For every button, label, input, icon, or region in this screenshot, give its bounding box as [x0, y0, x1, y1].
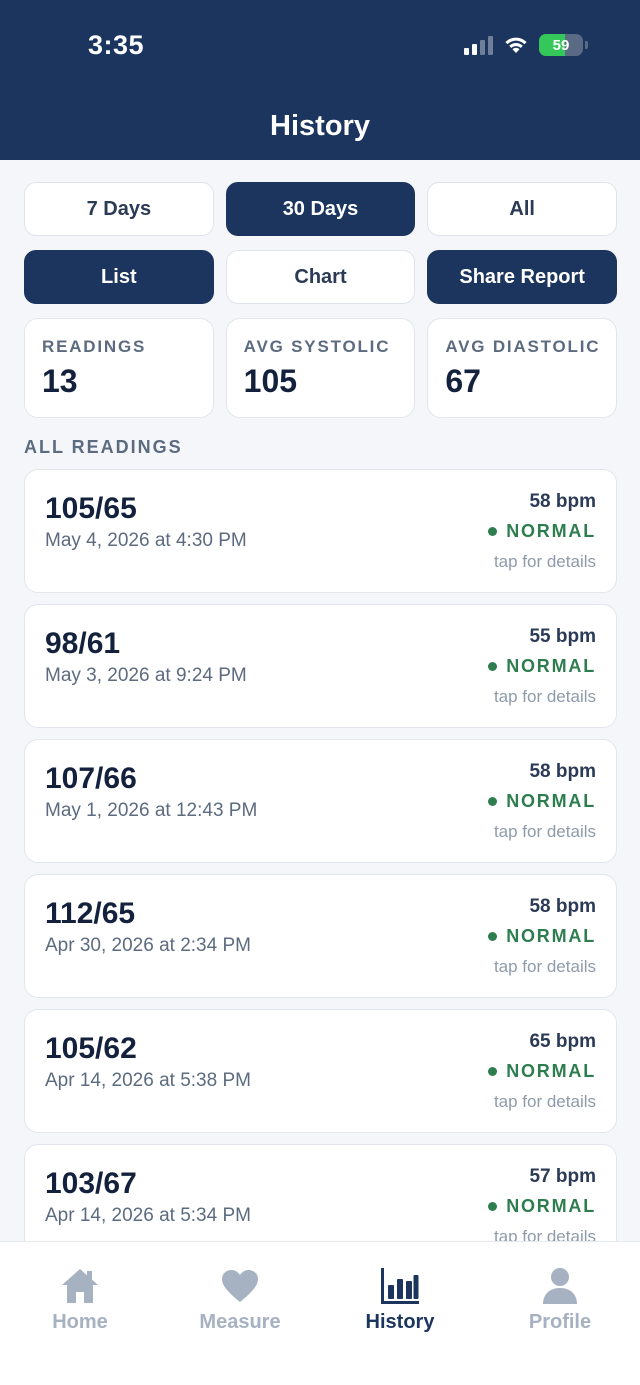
pulse-value: 55 bpm — [529, 626, 596, 647]
tab-bar: Home Measure History Profile — [0, 1241, 640, 1385]
battery-icon: 59 — [539, 34, 583, 56]
readings-count-card: READINGS 13 — [24, 318, 214, 418]
wifi-icon — [505, 37, 527, 53]
reading-card[interactable]: 105/65 May 4, 2026 at 4:30 PM 58 bpm NOR… — [24, 469, 617, 593]
tab-label: Home — [52, 1311, 108, 1333]
status-badge: NORMAL — [488, 1061, 596, 1082]
details-hint: tap for details — [493, 552, 596, 571]
stat-value: 13 — [42, 363, 78, 399]
reading-timestamp: Apr 14, 2026 at 5:38 PM — [45, 1070, 251, 1091]
blood-pressure-value: 107/66 — [45, 762, 137, 795]
reading-card[interactable]: 103/67 Apr 14, 2026 at 5:34 PM 57 bpm NO… — [24, 1144, 617, 1241]
tab-measure[interactable]: Measure — [160, 1266, 320, 1334]
reading-timestamp: Apr 30, 2026 at 2:34 PM — [45, 935, 251, 956]
reading-timestamp: May 4, 2026 at 4:30 PM — [45, 530, 247, 551]
details-hint: tap for details — [493, 1227, 596, 1241]
pulse-value: 58 bpm — [529, 491, 596, 512]
status-badge: NORMAL — [488, 521, 596, 542]
status-text: NORMAL — [506, 656, 596, 676]
blood-pressure-value: 103/67 — [45, 1167, 137, 1200]
stat-label: AVG DIASTOLIC — [445, 337, 601, 356]
status-text: NORMAL — [506, 926, 596, 946]
status-dot-icon — [488, 1202, 498, 1211]
details-hint: tap for details — [493, 822, 596, 841]
status-text: NORMAL — [506, 1061, 596, 1081]
page-title: History — [270, 110, 370, 142]
home-icon — [62, 1269, 98, 1303]
status-badge: NORMAL — [488, 1196, 596, 1217]
person-icon — [543, 1268, 577, 1304]
tab-label: Profile — [528, 1311, 592, 1333]
status-dot-icon — [488, 932, 498, 941]
avg-diastolic-card: AVG DIASTOLIC 67 — [427, 318, 618, 418]
details-hint: tap for details — [493, 1092, 596, 1111]
list-view-button[interactable]: List — [24, 250, 214, 304]
reading-card[interactable]: 112/65 Apr 30, 2026 at 2:34 PM 58 bpm NO… — [24, 874, 617, 998]
reading-card[interactable]: 107/66 May 1, 2026 at 12:43 PM 58 bpm NO… — [24, 739, 617, 863]
date-range-selector: 7 Days 30 Days All — [24, 182, 618, 236]
avg-systolic-card: AVG SYSTOLIC 105 — [225, 318, 416, 418]
battery-level: 59 — [552, 36, 570, 54]
status-badge: NORMAL — [488, 791, 596, 812]
blood-pressure-value: 112/65 — [45, 897, 136, 930]
stat-label: READINGS — [42, 337, 147, 356]
tab-profile[interactable]: Profile — [480, 1266, 640, 1334]
stat-label: AVG SYSTOLIC — [243, 337, 391, 356]
view-selector: List Chart Share Report — [24, 250, 618, 304]
pulse-value: 58 bpm — [529, 761, 596, 782]
status-dot-icon — [488, 797, 498, 806]
status-badge: NORMAL — [488, 656, 596, 677]
reading-card[interactable]: 105/62 Apr 14, 2026 at 5:38 PM 65 bpm NO… — [24, 1009, 617, 1133]
summary-stats: READINGS 13 AVG SYSTOLIC 105 AVG DIASTOL… — [24, 318, 618, 418]
range-all-button[interactable]: All — [427, 182, 618, 236]
status-icons: 59 — [464, 34, 588, 56]
status-text: NORMAL — [506, 791, 596, 811]
blood-pressure-value: 105/65 — [45, 492, 137, 525]
section-heading: ALL READINGS — [24, 437, 183, 457]
status-dot-icon — [488, 662, 498, 671]
details-hint: tap for details — [493, 957, 596, 976]
reading-card[interactable]: 98/61 May 3, 2026 at 9:24 PM 55 bpm NORM… — [24, 604, 617, 728]
details-hint: tap for details — [493, 687, 596, 706]
blood-pressure-value: 98/61 — [45, 627, 121, 660]
tab-home[interactable]: Home — [0, 1266, 160, 1334]
tab-label: Measure — [199, 1311, 281, 1333]
tab-history[interactable]: History — [320, 1266, 480, 1334]
share-report-button[interactable]: Share Report — [427, 250, 618, 304]
tab-label: History — [365, 1311, 435, 1333]
pulse-value: 65 bpm — [529, 1031, 596, 1052]
status-text: NORMAL — [506, 1196, 596, 1216]
bar-chart-icon — [381, 1268, 419, 1304]
status-text: NORMAL — [506, 521, 596, 541]
reading-timestamp: May 3, 2026 at 9:24 PM — [45, 665, 247, 686]
range-7-days-button[interactable]: 7 Days — [24, 182, 214, 236]
blood-pressure-value: 105/62 — [45, 1032, 137, 1065]
readings-list[interactable]: 105/65 May 4, 2026 at 4:30 PM 58 bpm NOR… — [24, 469, 617, 1241]
pulse-value: 57 bpm — [529, 1166, 596, 1187]
status-dot-icon — [488, 527, 498, 536]
header: 3:35 59 History — [0, 0, 640, 160]
reading-timestamp: Apr 14, 2026 at 5:34 PM — [45, 1205, 251, 1226]
status-time: 3:35 — [88, 30, 145, 60]
stat-value: 105 — [243, 363, 298, 399]
status-badge: NORMAL — [488, 926, 596, 947]
status-dot-icon — [488, 1067, 498, 1076]
cellular-signal-icon — [464, 35, 493, 55]
chart-view-button[interactable]: Chart — [225, 250, 416, 304]
heart-icon — [222, 1270, 258, 1302]
range-30-days-button[interactable]: 30 Days — [225, 182, 416, 236]
pulse-value: 58 bpm — [529, 896, 596, 917]
reading-timestamp: May 1, 2026 at 12:43 PM — [45, 800, 258, 821]
stat-value: 67 — [445, 363, 481, 399]
